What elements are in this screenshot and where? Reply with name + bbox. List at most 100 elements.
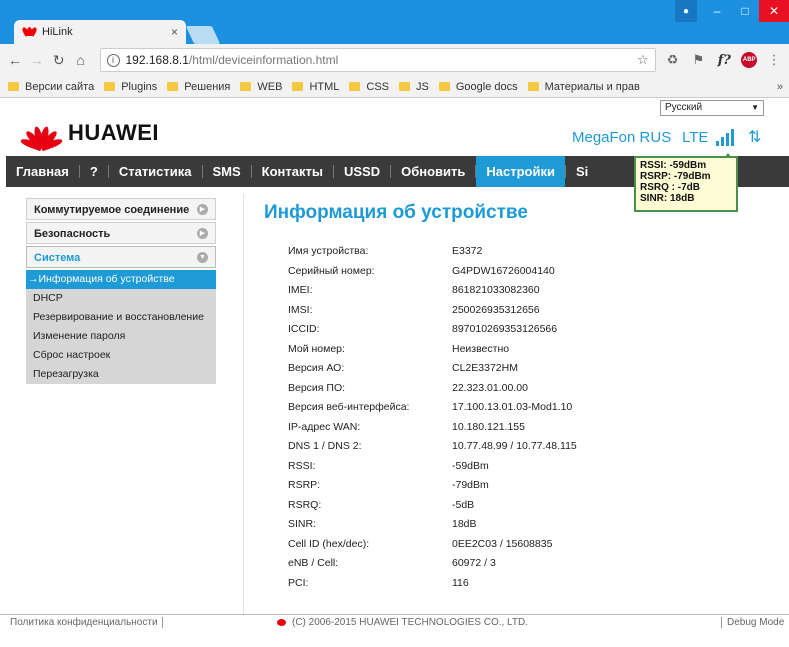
flag-extension-icon[interactable]: ⚑ — [690, 52, 708, 68]
menu-settings[interactable]: Настройки — [476, 156, 565, 187]
language-value: Русский — [665, 102, 703, 113]
tooltip-sinr: SINR: 18dB — [640, 193, 695, 204]
sidebar-item-reboot[interactable]: Перезагрузка — [26, 365, 216, 384]
menu-ussd[interactable]: USSD — [334, 156, 390, 187]
bookmark-folder[interactable]: Материалы и прав — [527, 81, 640, 93]
table-row: Мой номер: Неизвестно — [288, 342, 510, 355]
tooltip-rsrq: RSRQ : -7dB — [640, 182, 700, 193]
debug-mode-link[interactable]: Debug Mode — [721, 617, 784, 628]
sidebar-item-change-password[interactable]: Изменение пароля — [26, 327, 216, 346]
folder-icon — [104, 82, 116, 91]
signal-strength-icon[interactable] — [716, 128, 738, 146]
table-row: Серийный номер: G4PDW16726004140 — [288, 264, 555, 277]
huawei-favicon-icon — [21, 26, 38, 37]
content-divider — [243, 194, 244, 614]
adblock-plus-icon[interactable]: ABP — [741, 52, 758, 68]
sidebar-item-backup[interactable]: Резервирование и восстановление — [26, 308, 216, 327]
table-row: SINR: 18dB — [288, 518, 477, 530]
tab-close-icon[interactable]: × — [171, 25, 178, 39]
bookmark-folder[interactable]: Версии сайта — [8, 81, 94, 93]
sidebar-group-security[interactable]: Безопасность ▶ — [26, 222, 216, 244]
url-host: 192.168.8.1 — [125, 53, 189, 67]
tooltip-rsrp: RSRP: -79dBm — [640, 171, 711, 182]
browser-titlebar: HiLink × ● – □ ✕ — [0, 0, 789, 44]
data-transfer-icon: ⇅ — [748, 129, 762, 146]
table-row: RSRQ: -5dB — [288, 498, 475, 511]
table-row: Версия АО: CL2E3372HM — [288, 362, 518, 374]
collapse-arrow-icon: ▼ — [197, 252, 208, 263]
user-profile-icon[interactable]: ● — [675, 0, 697, 22]
new-tab-button[interactable] — [185, 26, 221, 44]
reload-icon[interactable]: ↻ — [50, 52, 68, 69]
network-type: LTE — [682, 129, 709, 146]
bookmarks-bar: Версии сайта Plugins Решения WEB HTML CS… — [0, 76, 789, 98]
chrome-menu-icon[interactable]: ⋮ — [765, 52, 783, 68]
expand-arrow-icon: ▶ — [197, 204, 208, 215]
device-info-table: Имя устройства: E3372 Серийный номер: G4PD… — [288, 245, 652, 596]
menu-help[interactable]: ? — [80, 156, 108, 187]
address-bar[interactable]: i 192.168.8.1/html/deviceinformation.htm… — [99, 48, 656, 72]
bookmark-folder[interactable]: JS — [399, 81, 429, 93]
home-icon[interactable]: ⌂ — [72, 52, 90, 68]
hilink-page: Русский ▼ HUAWEI MegaFon RUS LTE ⇅ Главн… — [0, 98, 789, 647]
brand-name: HUAWEI — [68, 120, 159, 145]
minimize-button[interactable]: – — [703, 0, 731, 22]
copyright: (C) 2006-2015 HUAWEI TECHNOLOGIES CO., L… — [277, 617, 528, 628]
site-info-icon[interactable]: i — [106, 53, 120, 67]
table-row: RSRP: -79dBm — [288, 479, 489, 491]
folder-icon — [167, 82, 179, 91]
table-row: RSSI: -59dBm — [288, 459, 489, 472]
back-arrow-icon[interactable]: ← — [6, 52, 24, 68]
dropdown-arrow-icon: ▼ — [751, 103, 759, 112]
menu-update[interactable]: Обновить — [391, 156, 475, 187]
window-close-button[interactable]: ✕ — [759, 0, 789, 22]
table-row: Имя устройства: E3372 — [288, 245, 483, 257]
bookmarks-overflow-button[interactable]: » — [777, 81, 783, 93]
bookmark-folder[interactable]: HTML — [292, 81, 339, 93]
fx-extension-icon[interactable]: f? — [715, 53, 733, 68]
settings-sidebar: Коммутируемое соединение ▶ Безопасность … — [26, 198, 216, 384]
huawei-mini-logo-icon — [277, 619, 286, 626]
folder-icon — [349, 82, 361, 91]
language-select[interactable]: Русский ▼ — [660, 100, 764, 116]
privacy-policy-link[interactable]: Политика конфиденциальности — [10, 617, 163, 628]
folder-icon — [292, 82, 304, 91]
bookmark-folder[interactable]: CSS — [349, 81, 389, 93]
bookmark-folder[interactable]: WEB — [240, 81, 282, 93]
bookmark-folder[interactable]: Google docs — [438, 81, 518, 93]
sidebar-item-device-info[interactable]: →Информация об устройстве — [26, 270, 216, 289]
table-row: Cell ID (hex/dec): 0EE2C03 / 15608835 — [288, 537, 553, 550]
huawei-petals-icon — [19, 118, 64, 152]
table-row: IMSI: 250026935312656 — [288, 303, 540, 316]
sidebar-group-dialup[interactable]: Коммутируемое соединение ▶ — [26, 198, 216, 220]
table-row: IMEI: 861821033082360 — [288, 284, 540, 296]
table-row: Версия ПО: 22.323.01.00.00 — [288, 381, 528, 394]
table-row: IP-адрес WAN: 10.180.121.155 — [288, 420, 525, 433]
bookmark-star-icon[interactable]: ☆ — [637, 52, 649, 68]
maximize-button[interactable]: □ — [731, 0, 759, 22]
page-title: Информация об устройстве — [264, 202, 528, 223]
tab-title: HiLink — [42, 26, 73, 38]
tooltip-rssi: RSSI: -59dBm — [640, 160, 707, 171]
folder-icon — [8, 82, 19, 91]
bookmark-folder[interactable]: Решения — [167, 81, 230, 93]
sidebar-system-items: →Информация об устройстве DHCP Резервиро… — [26, 270, 216, 384]
folder-icon — [240, 82, 252, 91]
expand-arrow-icon: ▶ — [197, 228, 208, 239]
forward-arrow-icon[interactable]: → — [28, 52, 46, 68]
table-row: DNS 1 / DNS 2: 10.77.48.99 / 10.77.48.115 — [288, 440, 577, 452]
menu-home[interactable]: Главная — [6, 156, 79, 187]
page-footer: Политика конфиденциальности (C) 2006-201… — [0, 614, 789, 628]
sidebar-item-dhcp[interactable]: DHCP — [26, 289, 216, 308]
browser-tab[interactable]: HiLink × — [14, 20, 186, 44]
bookmark-folder[interactable]: Plugins — [104, 81, 157, 93]
sidebar-item-reset[interactable]: Сброс настроек — [26, 346, 216, 365]
url-path: /html/deviceinformation.html — [188, 53, 339, 67]
sidebar-group-system[interactable]: Система ▼ — [26, 246, 216, 268]
menu-contacts[interactable]: Контакты — [252, 156, 333, 187]
menu-statistics[interactable]: Статистика — [109, 156, 202, 187]
menu-sim[interactable]: Si — [566, 156, 598, 187]
recycle-extension-icon[interactable]: ♻ — [664, 52, 682, 68]
menu-sms[interactable]: SMS — [203, 156, 251, 187]
table-row: PCI: 116 — [288, 576, 469, 589]
